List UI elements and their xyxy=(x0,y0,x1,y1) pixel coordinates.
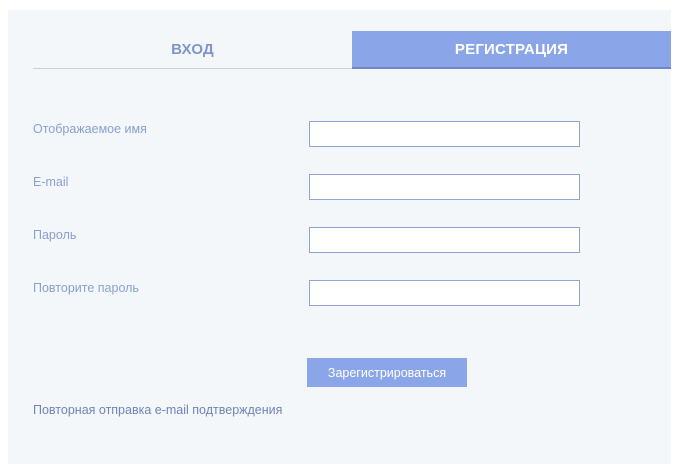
registration-panel: ВХОД РЕГИСТРАЦИЯ Отображаемое имя E-mail… xyxy=(8,10,671,464)
repeat-password-input[interactable] xyxy=(309,280,580,306)
email-input[interactable] xyxy=(309,174,580,200)
tab-login[interactable]: ВХОД xyxy=(33,31,352,69)
display-name-row: Отображаемое имя xyxy=(33,121,593,147)
display-name-input[interactable] xyxy=(309,121,580,147)
repeat-password-label: Повторите пароль xyxy=(33,281,139,295)
repeat-password-row: Повторите пароль xyxy=(33,280,593,306)
email-row: E-mail xyxy=(33,174,593,200)
password-row: Пароль xyxy=(33,227,593,253)
auth-tabs: ВХОД РЕГИСТРАЦИЯ xyxy=(33,31,671,69)
tab-register[interactable]: РЕГИСТРАЦИЯ xyxy=(352,31,671,69)
password-label: Пароль xyxy=(33,228,77,242)
register-button[interactable]: Зарегистрироваться xyxy=(307,358,467,387)
resend-confirmation-link[interactable]: Повторная отправка e-mail подтверждения xyxy=(33,403,282,417)
password-input[interactable] xyxy=(309,227,580,253)
display-name-label: Отображаемое имя xyxy=(33,122,147,136)
email-label: E-mail xyxy=(33,175,69,189)
